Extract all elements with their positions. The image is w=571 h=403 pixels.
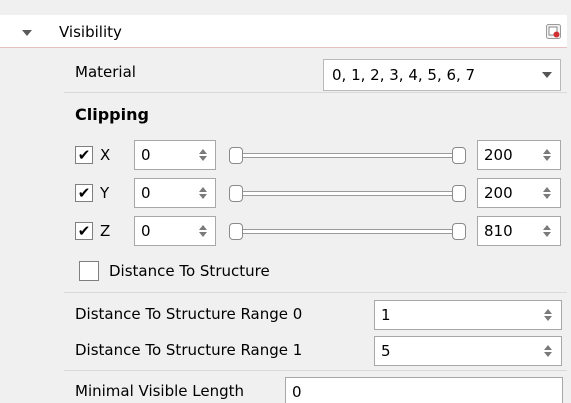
clip-x-label: X <box>100 146 111 164</box>
clip-x-max-value: 200 <box>484 146 513 164</box>
row-divider <box>64 92 567 93</box>
down-arrow-icon[interactable] <box>543 232 551 237</box>
up-arrow-icon[interactable] <box>544 345 552 350</box>
down-arrow-icon[interactable] <box>544 352 552 357</box>
range0-spinbox[interactable]: 1 <box>374 300 562 330</box>
clip-y-max-stepper[interactable] <box>540 180 554 206</box>
row-divider <box>64 370 567 371</box>
minimal-visible-length-input[interactable]: 0 <box>285 377 563 403</box>
clip-x-range-slider[interactable] <box>234 153 460 158</box>
clip-z-min-handle[interactable] <box>229 223 243 240</box>
down-arrow-icon[interactable] <box>543 194 551 199</box>
range0-label: Distance To Structure Range 0 <box>75 305 303 323</box>
clip-y-max-handle[interactable] <box>452 185 466 202</box>
properties-panel: Visibility Material 0, 1, 2, 3, 4, 5, 6,… <box>0 0 571 403</box>
clip-x-checkbox[interactable]: ✔ <box>75 146 93 164</box>
material-label: Material <box>75 63 136 81</box>
down-arrow-icon[interactable] <box>199 232 207 237</box>
minimal-visible-length-label: Minimal Visible Length <box>75 382 245 400</box>
section-title: Visibility <box>59 23 122 41</box>
clip-z-min-value: 0 <box>141 222 151 240</box>
range1-label: Distance To Structure Range 1 <box>75 341 303 359</box>
collapse-arrow-icon[interactable] <box>22 30 32 36</box>
clip-y-min-value: 0 <box>141 184 151 202</box>
reset-properties-icon[interactable] <box>546 24 561 39</box>
range0-value: 1 <box>381 306 391 324</box>
clip-x-min-stepper[interactable] <box>196 142 210 168</box>
up-arrow-icon[interactable] <box>199 187 207 192</box>
down-arrow-icon[interactable] <box>199 194 207 199</box>
clip-z-checkbox[interactable]: ✔ <box>75 222 93 240</box>
down-arrow-icon[interactable] <box>544 316 552 321</box>
clip-x-min-value: 0 <box>141 146 151 164</box>
down-arrow-icon[interactable] <box>199 156 207 161</box>
clip-y-range-slider[interactable] <box>234 191 460 196</box>
range1-stepper[interactable] <box>541 338 555 364</box>
clip-z-max-stepper[interactable] <box>540 218 554 244</box>
clip-x-max-stepper[interactable] <box>540 142 554 168</box>
check-icon: ✔ <box>77 183 91 202</box>
tree-gutter <box>0 48 64 403</box>
row-divider <box>64 292 567 293</box>
up-arrow-icon[interactable] <box>199 225 207 230</box>
up-arrow-icon[interactable] <box>543 187 551 192</box>
down-arrow-icon[interactable] <box>543 156 551 161</box>
clip-y-checkbox[interactable]: ✔ <box>75 184 93 202</box>
distance-to-structure-checkbox[interactable] <box>79 261 99 281</box>
range0-stepper[interactable] <box>541 302 555 328</box>
chevron-down-icon[interactable] <box>542 72 552 78</box>
up-arrow-icon[interactable] <box>543 225 551 230</box>
range1-value: 5 <box>381 342 391 360</box>
clipping-title: Clipping <box>75 105 149 124</box>
distance-to-structure-label: Distance To Structure <box>109 262 270 280</box>
clip-y-min-stepper[interactable] <box>196 180 210 206</box>
clip-x-min-handle[interactable] <box>229 147 243 164</box>
up-arrow-icon[interactable] <box>199 149 207 154</box>
clip-z-max-handle[interactable] <box>452 223 466 240</box>
clip-z-range-slider[interactable] <box>234 229 460 234</box>
clip-z-max-value: 810 <box>484 222 513 240</box>
minimal-visible-length-value: 0 <box>292 383 302 401</box>
check-icon: ✔ <box>77 221 91 240</box>
clip-z-label: Z <box>100 222 111 240</box>
clip-z-min-stepper[interactable] <box>196 218 210 244</box>
clip-y-label: Y <box>100 184 110 202</box>
material-combobox[interactable]: 0, 1, 2, 3, 4, 5, 6, 7 <box>323 59 561 91</box>
clip-y-max-value: 200 <box>484 184 513 202</box>
clip-y-min-handle[interactable] <box>229 185 243 202</box>
clip-x-max-handle[interactable] <box>452 147 466 164</box>
check-icon: ✔ <box>77 145 91 164</box>
range1-spinbox[interactable]: 5 <box>374 336 562 366</box>
up-arrow-icon[interactable] <box>544 309 552 314</box>
up-arrow-icon[interactable] <box>543 149 551 154</box>
material-value: 0, 1, 2, 3, 4, 5, 6, 7 <box>332 66 476 84</box>
